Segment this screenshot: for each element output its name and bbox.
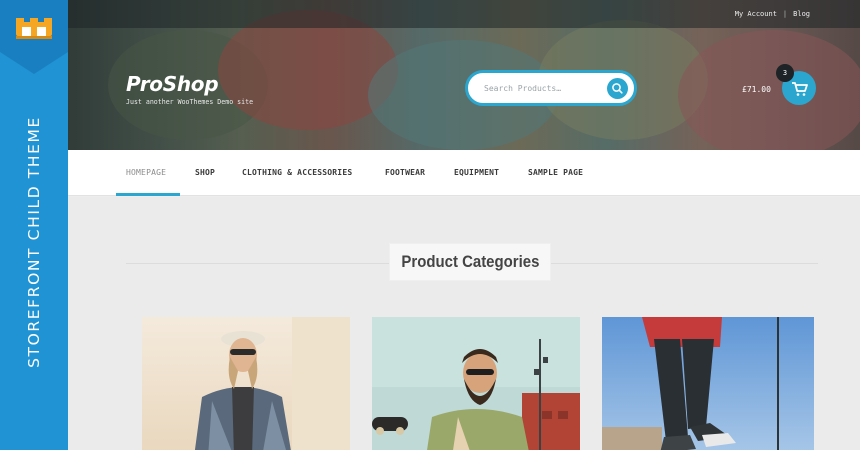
top-links: My Account | Blog [735,10,810,18]
search-input[interactable]: Search Products… [484,84,561,93]
search-button[interactable] [607,78,628,99]
cart-total[interactable]: £71.00 [742,85,771,94]
badge-label: STOREFRONT CHILD THEME [25,116,43,368]
nav-item-equipment[interactable]: EQUIPMENT [454,168,499,177]
cart-count-badge: 3 [776,64,794,82]
woman-in-plaid-shirt-photo [142,317,350,450]
my-account-link[interactable]: My Account [735,10,777,18]
primary-nav: HOMEPAGE SHOP CLOTHING & ACCESSORIES FOO… [68,150,860,196]
nav-item-clothing-accessories[interactable]: CLOTHING & ACCESSORIES [242,168,352,177]
nav-item-sample-page[interactable]: SAMPLE PAGE [528,168,583,177]
search-field[interactable]: Search Products… [465,70,637,106]
main-content: Product Categories [68,197,860,450]
skater-legs-photo [602,317,814,450]
blog-link[interactable]: Blog [793,10,810,18]
search-icon [612,83,623,94]
category-card-3[interactable] [602,317,814,450]
nav-item-homepage[interactable]: HOMEPAGE [126,168,166,177]
section-title-text: Product Categories [401,252,539,271]
storefront-logo-icon [16,18,52,39]
badge-chevron-icon [0,52,68,74]
nav-item-shop[interactable]: SHOP [195,168,215,177]
site-tagline: Just another WooThemes Demo site [126,98,254,106]
section-title: Product Categories [390,244,550,280]
bearded-man-with-skateboard-photo [372,317,580,450]
top-links-separator: | [782,10,788,18]
category-card-1[interactable] [142,317,350,450]
header-hero: My Account | Blog ProShop Just another W… [68,0,860,150]
nav-item-footwear[interactable]: FOOTWEAR [385,168,425,177]
category-card-2[interactable] [372,317,580,450]
theme-badge-strip: STOREFRONT CHILD THEME [0,0,68,450]
site-title[interactable]: ProShop [126,72,219,96]
active-nav-underline [116,193,180,196]
